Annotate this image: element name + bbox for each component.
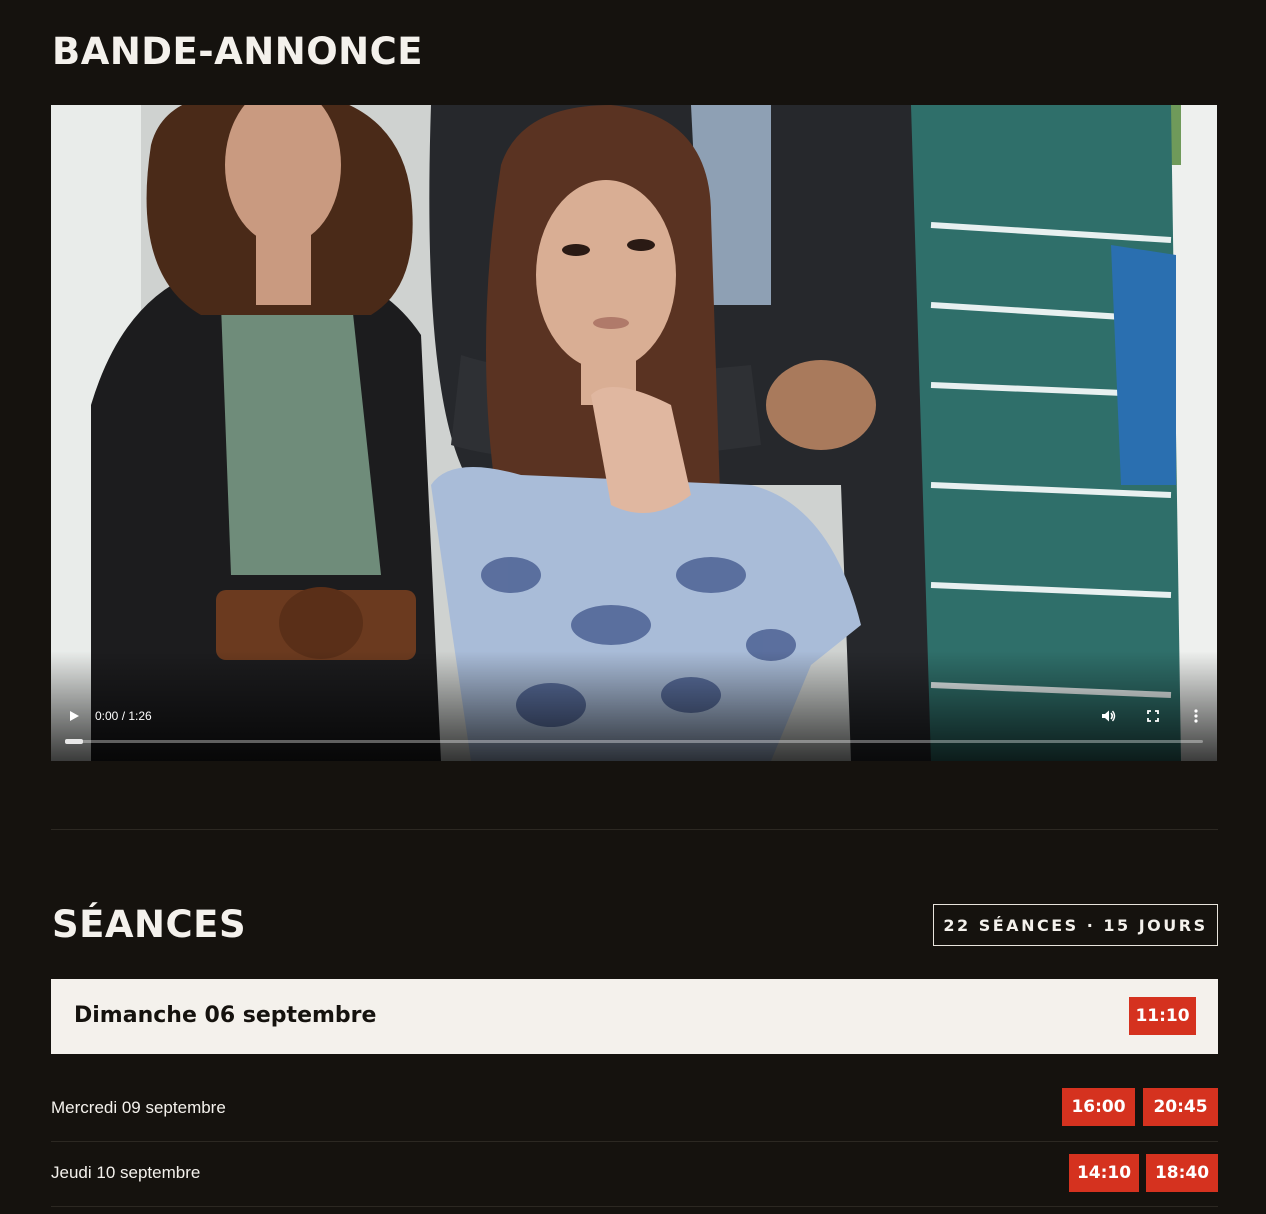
day-label: Jeudi 10 septembre xyxy=(51,1163,201,1182)
day-row: Jeudi 10 septembre 14:10 18:40 xyxy=(51,1141,1218,1207)
progress-bar[interactable] xyxy=(65,739,1203,744)
time-display: 0:00 / 1:26 xyxy=(95,709,152,723)
volume-icon[interactable] xyxy=(1100,708,1116,724)
showtime-button[interactable]: 20:45 xyxy=(1143,1088,1218,1126)
day-label: Mercredi 09 septembre xyxy=(51,1098,226,1117)
play-icon[interactable] xyxy=(67,709,81,723)
showtime-button[interactable]: 11:10 xyxy=(1129,997,1196,1035)
showtime-button[interactable]: 16:00 xyxy=(1062,1088,1135,1126)
trailer-heading: BANDE-ANNONCE xyxy=(52,30,424,73)
more-options-icon[interactable] xyxy=(1188,708,1204,724)
trailer-video-player[interactable]: 0:00 / 1:26 xyxy=(51,105,1217,761)
day-label: Dimanche 06 septembre xyxy=(74,1003,377,1028)
page: BANDE-ANNONCE 0:00 / 1:26 SÉANCES 22 SÉA… xyxy=(0,0,1266,1214)
section-divider xyxy=(51,829,1218,830)
showtime-button[interactable]: 18:40 xyxy=(1146,1154,1218,1192)
day-row: Mercredi 09 septembre 16:00 20:45 xyxy=(51,1076,1218,1142)
controls-gradient xyxy=(51,651,1217,761)
showtime-button[interactable]: 14:10 xyxy=(1069,1154,1139,1192)
fullscreen-icon[interactable] xyxy=(1145,708,1161,724)
progress-thumb[interactable] xyxy=(65,739,83,744)
seances-heading: SÉANCES xyxy=(52,903,247,946)
day-row-featured: Dimanche 06 septembre 11:10 xyxy=(51,979,1218,1054)
seances-count-badge: 22 SÉANCES · 15 JOURS xyxy=(933,904,1218,946)
